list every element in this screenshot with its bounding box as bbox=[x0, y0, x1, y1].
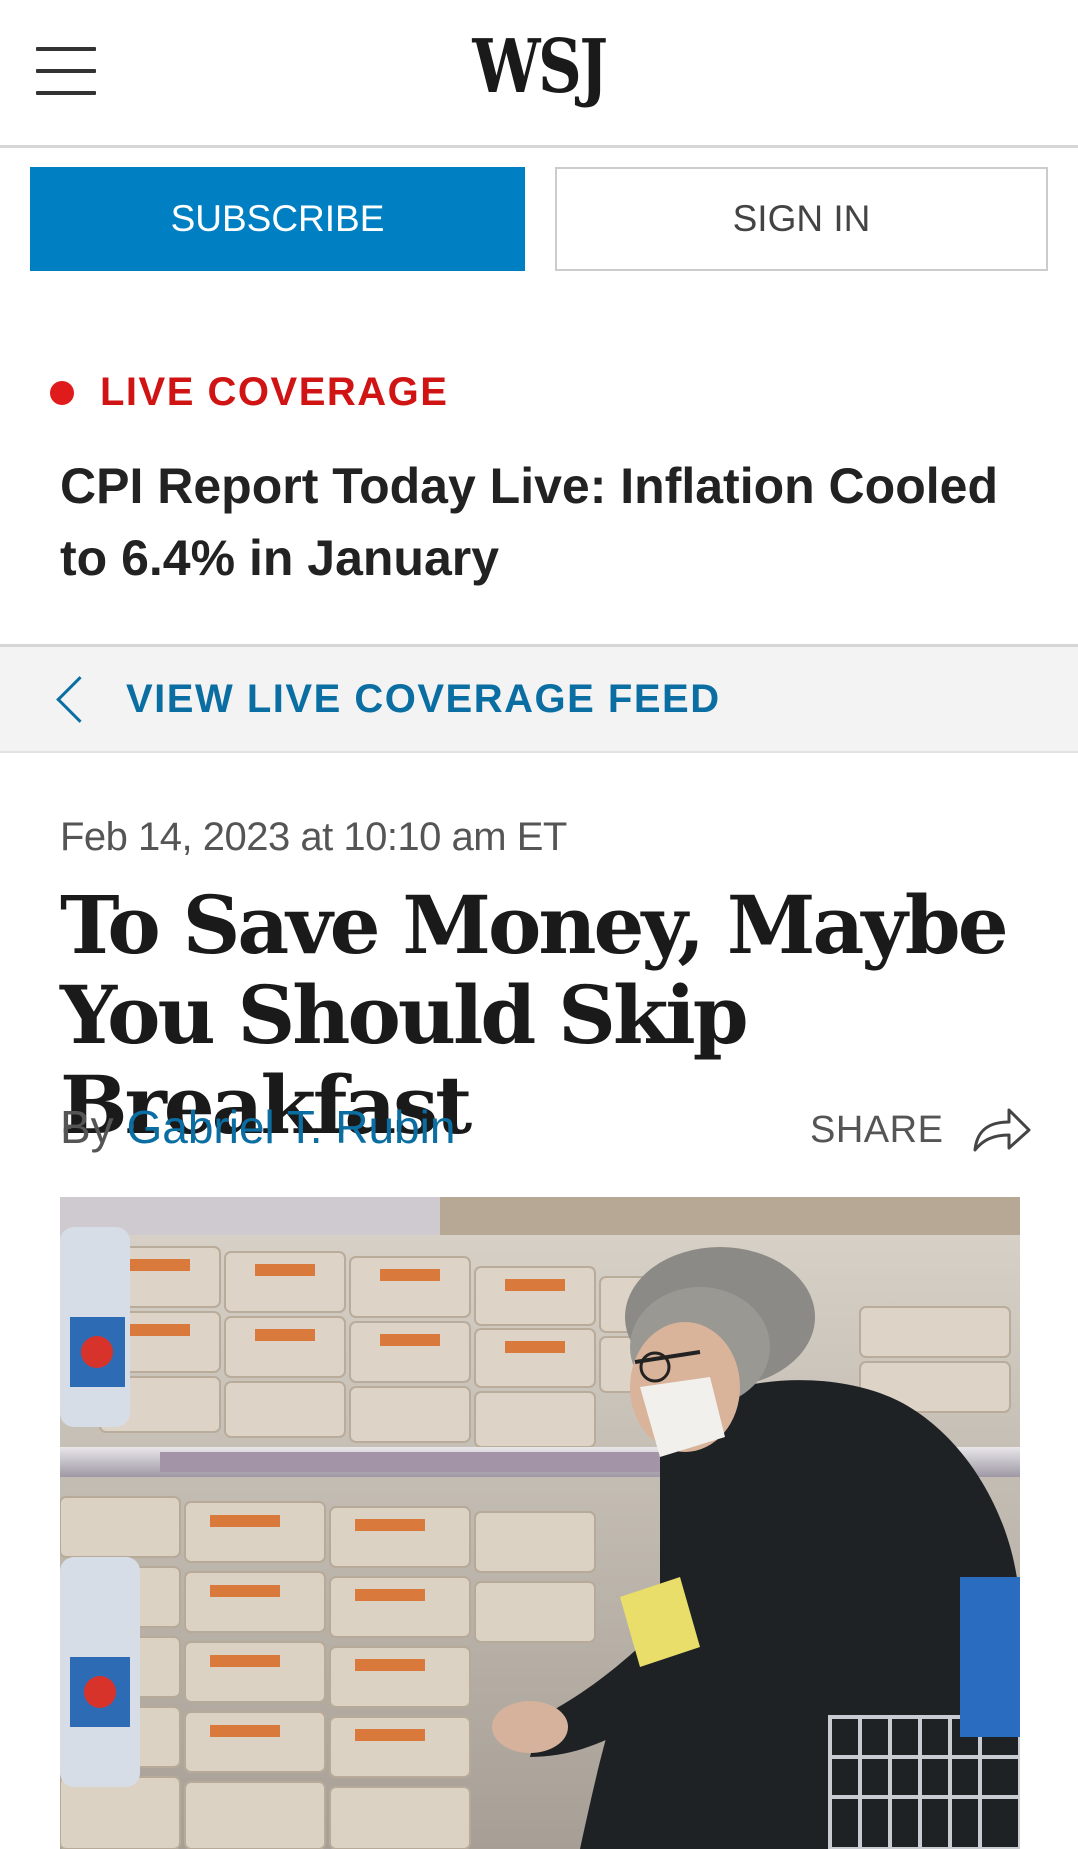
live-dot-icon bbox=[50, 380, 74, 405]
egg-aisle-photo bbox=[60, 1197, 1020, 1849]
author-link[interactable]: Gabriel T. Rubin bbox=[126, 1101, 455, 1153]
byline: By Gabriel T. Rubin bbox=[60, 1100, 455, 1154]
sign-in-button[interactable]: SIGN IN bbox=[555, 167, 1048, 271]
view-live-coverage-feed-link[interactable]: VIEW LIVE COVERAGE FEED bbox=[126, 677, 721, 722]
article-photo bbox=[60, 1197, 1020, 1849]
article-timestamp: Feb 14, 2023 at 10:10 am ET bbox=[60, 815, 567, 859]
live-coverage-label: LIVE COVERAGE bbox=[50, 370, 448, 415]
top-bar: WSJ bbox=[0, 0, 1078, 148]
view-live-coverage-feed-bar[interactable]: VIEW LIVE COVERAGE FEED bbox=[0, 644, 1078, 753]
wsj-logo[interactable]: WSJ bbox=[97, 24, 981, 110]
share-label: SHARE bbox=[810, 1108, 944, 1151]
chevron-left-icon bbox=[56, 676, 103, 723]
live-coverage-text: LIVE COVERAGE bbox=[100, 370, 449, 414]
live-coverage-headline[interactable]: CPI Report Today Live: Inflation Cooled … bbox=[60, 450, 1020, 594]
share-button[interactable]: SHARE bbox=[810, 1100, 1033, 1160]
subscribe-button[interactable]: SUBSCRIBE bbox=[30, 167, 525, 271]
hamburger-menu-icon[interactable] bbox=[36, 47, 96, 95]
share-arrow-icon bbox=[973, 1108, 1031, 1152]
byline-prefix: By bbox=[60, 1101, 114, 1153]
